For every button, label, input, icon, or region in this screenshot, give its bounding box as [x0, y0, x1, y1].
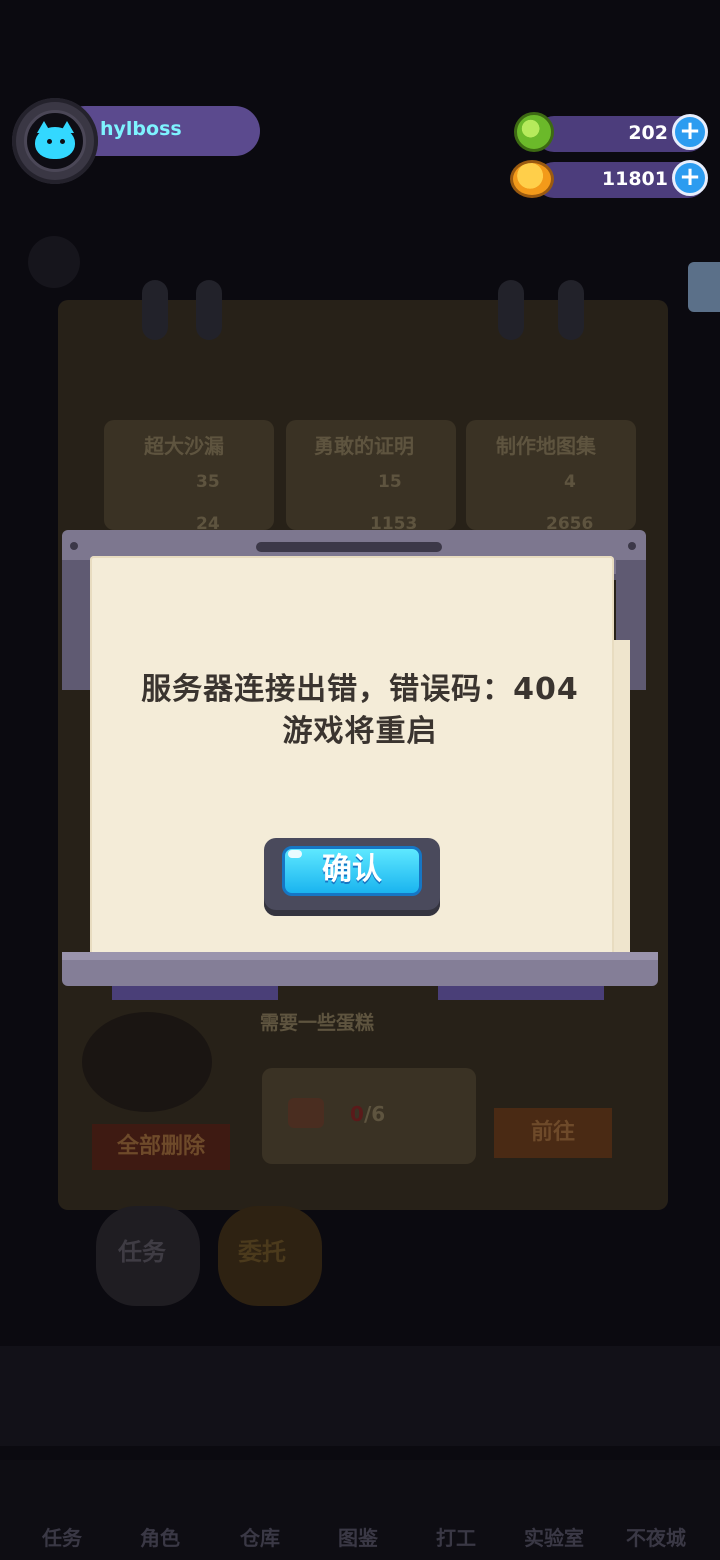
character-portrait: [82, 1012, 212, 1112]
bg-item-cost: 35: [196, 472, 220, 492]
coin-icon: [510, 160, 554, 198]
nav-lab[interactable]: 实验室: [524, 1522, 584, 1551]
notebook-ring: [196, 280, 222, 340]
confirm-button[interactable]: 确认: [282, 846, 422, 896]
notebook-ring: [142, 280, 168, 340]
delete-all-button[interactable]: 全部删除: [92, 1124, 230, 1170]
restart-message: 游戏将重启: [282, 714, 438, 749]
cat-eye: [60, 139, 65, 144]
username-label: hylboss: [100, 118, 182, 140]
task-progress-total: /6: [364, 1102, 386, 1126]
nav-character[interactable]: 角色: [140, 1522, 180, 1551]
bg-item-cost: 15: [378, 472, 402, 492]
dialog-rivet: [628, 542, 636, 550]
cake-icon: [288, 1098, 324, 1128]
dialog-frame-slot: [256, 542, 442, 552]
add-gems-button[interactable]: +: [672, 114, 708, 150]
settings-gear-icon[interactable]: [28, 236, 80, 288]
dialog-bottom-bar: [438, 986, 604, 1000]
tab-commission[interactable]: 委托: [238, 1232, 286, 1267]
nav-warehouse[interactable]: 仓库: [240, 1522, 280, 1551]
cat-eye: [47, 139, 52, 144]
error-message: 服务器连接出错，错误码：404: [141, 672, 579, 707]
bg-item-title: 制作地图集: [496, 434, 596, 458]
notebook-ring: [498, 280, 524, 340]
dialog-bottom-bar: [112, 986, 278, 1000]
room-strip: [0, 1346, 720, 1446]
avatar[interactable]: [24, 110, 86, 172]
coin-count: 11801: [601, 168, 668, 190]
nav-codex[interactable]: 图鉴: [338, 1522, 378, 1551]
cat-avatar-icon: [35, 127, 75, 159]
tab-task[interactable]: 任务: [118, 1232, 166, 1267]
bg-item-title: 超大沙漏: [144, 434, 224, 458]
button-shine: [288, 850, 302, 858]
dialog-frame-left: [62, 560, 92, 690]
nav-night-city[interactable]: 不夜城: [626, 1522, 686, 1551]
gem-count: 202: [628, 122, 668, 144]
gem-icon: [514, 112, 554, 152]
notebook-ring: [558, 280, 584, 340]
side-clip-icon[interactable]: [688, 262, 720, 312]
bg-item-cost: 4: [564, 472, 576, 492]
add-coins-button[interactable]: +: [672, 160, 708, 196]
dialog-frame-bottom: [62, 952, 658, 986]
nav-task[interactable]: 任务: [42, 1522, 82, 1551]
task-progress-have: 0: [350, 1102, 364, 1126]
bg-item-title: 勇敢的证明: [314, 434, 414, 458]
goto-button[interactable]: 前往: [494, 1108, 612, 1158]
task-description: 需要一些蛋糕: [260, 1012, 375, 1034]
nav-work[interactable]: 打工: [436, 1522, 476, 1551]
dialog-rivet: [70, 542, 78, 550]
